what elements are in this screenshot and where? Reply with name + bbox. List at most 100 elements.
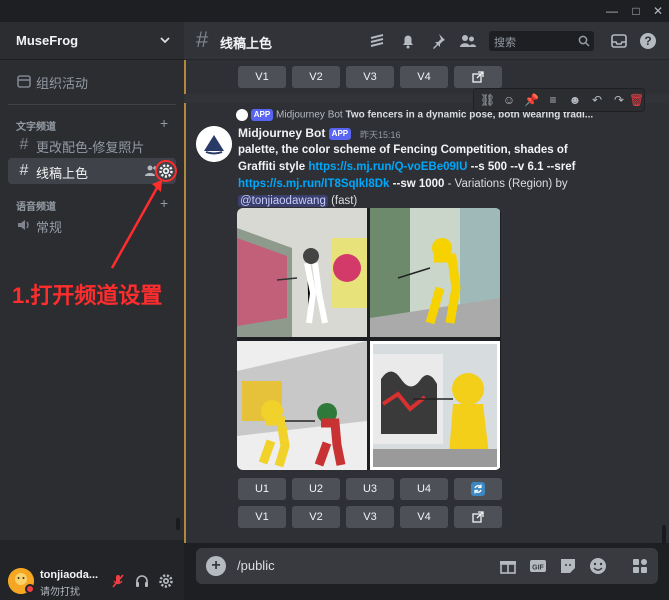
u4-button[interactable]: U4 <box>400 478 448 500</box>
reply-icon[interactable]: ↶ <box>590 93 604 107</box>
app-badge: APP <box>328 127 352 140</box>
author-name: Midjourney Bot <box>238 126 326 140</box>
web-link-button[interactable] <box>454 506 502 528</box>
channel-header: # 线稿上色 搜索 ? <box>184 22 669 60</box>
svg-text:GIF: GIF <box>532 565 544 572</box>
v1-button[interactable]: V1 <box>238 506 286 528</box>
generated-image-4[interactable] <box>370 341 500 470</box>
web-link-button[interactable] <box>454 66 502 88</box>
generated-image-2[interactable] <box>370 208 500 337</box>
hashtag-icon: # <box>19 162 29 179</box>
user-mention[interactable]: @tonjiaodawang <box>238 195 328 207</box>
u3-button[interactable]: U3 <box>346 478 394 500</box>
channel-sidebar: MuseFrog 组织活动 文字频道 + # 更改配色-修复照片 # 线稿上色 … <box>0 22 184 600</box>
v3-button[interactable]: V3 <box>346 506 394 528</box>
v2-button[interactable]: V2 <box>292 66 340 88</box>
thread-icon[interactable]: ≡ <box>546 93 560 107</box>
headphones-icon[interactable] <box>134 573 150 589</box>
pin-icon[interactable] <box>429 32 447 50</box>
search-input[interactable]: 搜索 <box>489 31 594 51</box>
prompt-params-2: --sw 1000 <box>392 178 445 190</box>
reroll-button[interactable] <box>454 478 502 500</box>
chevron-down-icon <box>160 37 170 44</box>
annotation-arrow-icon <box>110 180 162 269</box>
help-icon[interactable]: ? <box>639 32 657 50</box>
prompt-params-1: --s 500 --v 6.1 --sref <box>470 161 576 173</box>
v4-button[interactable]: V4 <box>400 66 448 88</box>
message-scrollbar[interactable] <box>662 525 666 545</box>
hashtag-icon: # <box>196 27 209 52</box>
emoji-icon[interactable] <box>588 556 608 576</box>
gif-icon[interactable]: GIF <box>528 556 548 576</box>
user-panel: tonjiaoda... 请勿打扰 <box>0 540 184 600</box>
sidebar-item-label: 线稿上色 <box>36 166 89 181</box>
sidebar-item-label: 组织活动 <box>36 76 89 91</box>
page-title: 线稿上色 <box>220 36 273 51</box>
u2-button[interactable]: U2 <box>292 478 340 500</box>
inbox-icon[interactable] <box>610 32 628 50</box>
attach-plus-icon[interactable]: + <box>206 556 226 576</box>
v1-button[interactable]: V1 <box>238 66 286 88</box>
copy-link-icon[interactable]: ⛓ <box>480 93 495 107</box>
reply-avatar <box>236 109 248 121</box>
forward-icon[interactable]: ↷ <box>612 93 626 107</box>
sticker-icon[interactable] <box>558 556 578 576</box>
maximize-button[interactable]: □ <box>626 3 646 19</box>
prompt-link-2[interactable]: https://s.mj.run/IT8SqIkl8Dk <box>238 178 389 190</box>
calendar-icon <box>17 75 31 88</box>
mic-muted-icon[interactable] <box>110 573 126 589</box>
svg-text:?: ? <box>644 34 651 48</box>
close-button[interactable]: ✕ <box>648 3 668 19</box>
title-bar: — □ ✕ <box>0 0 669 22</box>
generated-image-3[interactable] <box>237 341 367 470</box>
category-voice-channels[interactable]: 语音频道 <box>16 198 56 213</box>
members-icon[interactable] <box>459 32 477 50</box>
external-link-icon <box>472 511 484 523</box>
sidebar-scrollbar[interactable] <box>176 518 180 530</box>
search-placeholder: 搜索 <box>494 37 516 49</box>
gift-icon[interactable] <box>498 556 518 576</box>
sidebar-item-channel-recolor[interactable]: # 更改配色-修复照片 <box>8 132 176 158</box>
add-channel-icon[interactable]: + <box>160 115 168 131</box>
variation-text: - Variations (Region) by <box>447 178 568 190</box>
v3-button[interactable]: V3 <box>346 66 394 88</box>
add-reaction-icon[interactable]: ☺ <box>502 93 516 107</box>
dnd-status-icon <box>25 584 35 594</box>
settings-gear-icon[interactable] <box>158 573 174 589</box>
message-list: V1 V2 V3 V4 APP Midjourney Bot Two fence… <box>184 60 669 543</box>
bot-avatar[interactable] <box>196 126 232 162</box>
u1-button[interactable]: U1 <box>238 478 286 500</box>
generated-image-1[interactable] <box>237 208 367 337</box>
v4-button[interactable]: V4 <box>400 506 448 528</box>
message-input[interactable]: /public <box>237 558 275 573</box>
message-body: palette, the color scheme of Fencing Com… <box>238 142 608 210</box>
app-badge: APP <box>250 109 274 121</box>
category-text-channels[interactable]: 文字频道 <box>16 118 56 133</box>
v2-button[interactable]: V2 <box>292 506 340 528</box>
message-composer[interactable]: + /public GIF <box>196 548 658 584</box>
refresh-icon <box>471 482 485 496</box>
hashtag-icon: # <box>19 136 29 153</box>
message-author[interactable]: Midjourney Bot APP <box>238 126 352 140</box>
discord-window: — □ ✕ MuseFrog 组织活动 文字频道 + # 更改配色-修复照片 #… <box>0 0 669 600</box>
annotation-label: 1.打开频道设置 <box>12 283 163 308</box>
image-grid[interactable] <box>237 208 501 470</box>
threads-icon[interactable] <box>368 32 386 50</box>
server-header[interactable]: MuseFrog <box>0 22 184 60</box>
bell-icon[interactable] <box>399 32 417 50</box>
message-timestamp: 昨天15:16 <box>360 130 401 140</box>
prompt-link-1[interactable]: https://s.mj.run/Q-voEBe09IU <box>308 161 467 173</box>
message-actions-toolbar: ⛓ ☺ 📌 ≡ ☻ ↶ ↷ 🗑 <box>473 88 645 112</box>
speed-label: (fast) <box>331 195 358 207</box>
minimize-button[interactable]: — <box>602 3 622 19</box>
server-name: MuseFrog <box>16 33 79 48</box>
divider <box>8 104 176 105</box>
pin-icon[interactable]: 📌 <box>524 93 539 107</box>
emoji-icon[interactable]: ☻ <box>568 93 582 107</box>
delete-icon[interactable]: 🗑 <box>629 93 644 107</box>
external-link-icon <box>472 71 484 83</box>
user-status: 请勿打扰 <box>40 587 80 598</box>
sidebar-item-events[interactable]: 组织活动 <box>8 68 176 94</box>
reply-author: Midjourney Bot <box>276 109 343 121</box>
apps-icon[interactable] <box>630 556 650 576</box>
